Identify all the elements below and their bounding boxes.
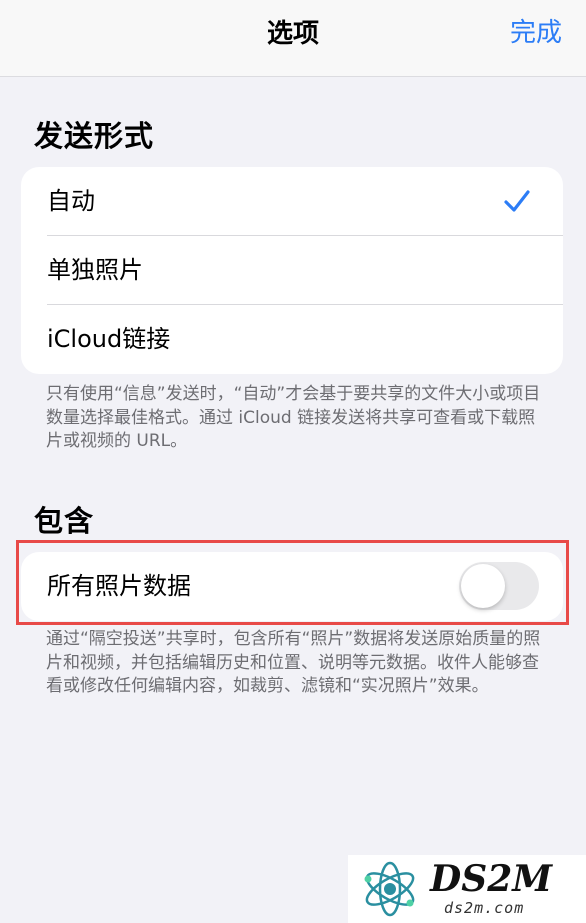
watermark-subtitle: ds2m.com [444, 899, 525, 917]
atom-logo-icon [364, 861, 415, 917]
option-auto-label: 自动 [47, 187, 95, 215]
watermark: DS2M ds2m.com [348, 855, 586, 923]
all-photos-data-toggle[interactable] [459, 562, 539, 610]
watermark-title: DS2M [430, 858, 553, 900]
toggle-knob [461, 564, 505, 608]
page-title: 选项 [266, 19, 319, 49]
option-individual-photos-label: 单独照片 [47, 256, 143, 284]
all-photos-data-label: 所有照片数据 [47, 572, 191, 600]
include-options: 所有照片数据 [21, 552, 563, 621]
all-photos-data-row: 所有照片数据 [21, 552, 563, 621]
send-format-options: 自动 单独照片 iCloud链接 [21, 167, 563, 374]
send-format-footer: 只有使用“信息”发送时，“自动”才会基于要共享的文件大小或项目数量选择最佳格式。… [46, 384, 541, 451]
include-header: 包含 [34, 504, 95, 538]
option-individual-photos[interactable]: 单独照片 [21, 236, 563, 305]
checkmark-icon [504, 190, 530, 212]
navigation-bar: 选项 完成 [0, 0, 586, 77]
option-icloud-link[interactable]: iCloud链接 [21, 305, 563, 374]
send-format-header: 发送形式 [34, 119, 155, 153]
include-footer: 通过“隔空投送”共享时，包含所有“照片”数据将发送原始质量的照片和视频，并包括编… [46, 629, 541, 696]
option-auto[interactable]: 自动 [21, 167, 563, 236]
option-icloud-link-label: iCloud链接 [47, 325, 171, 353]
done-button[interactable]: 完成 [510, 17, 562, 49]
